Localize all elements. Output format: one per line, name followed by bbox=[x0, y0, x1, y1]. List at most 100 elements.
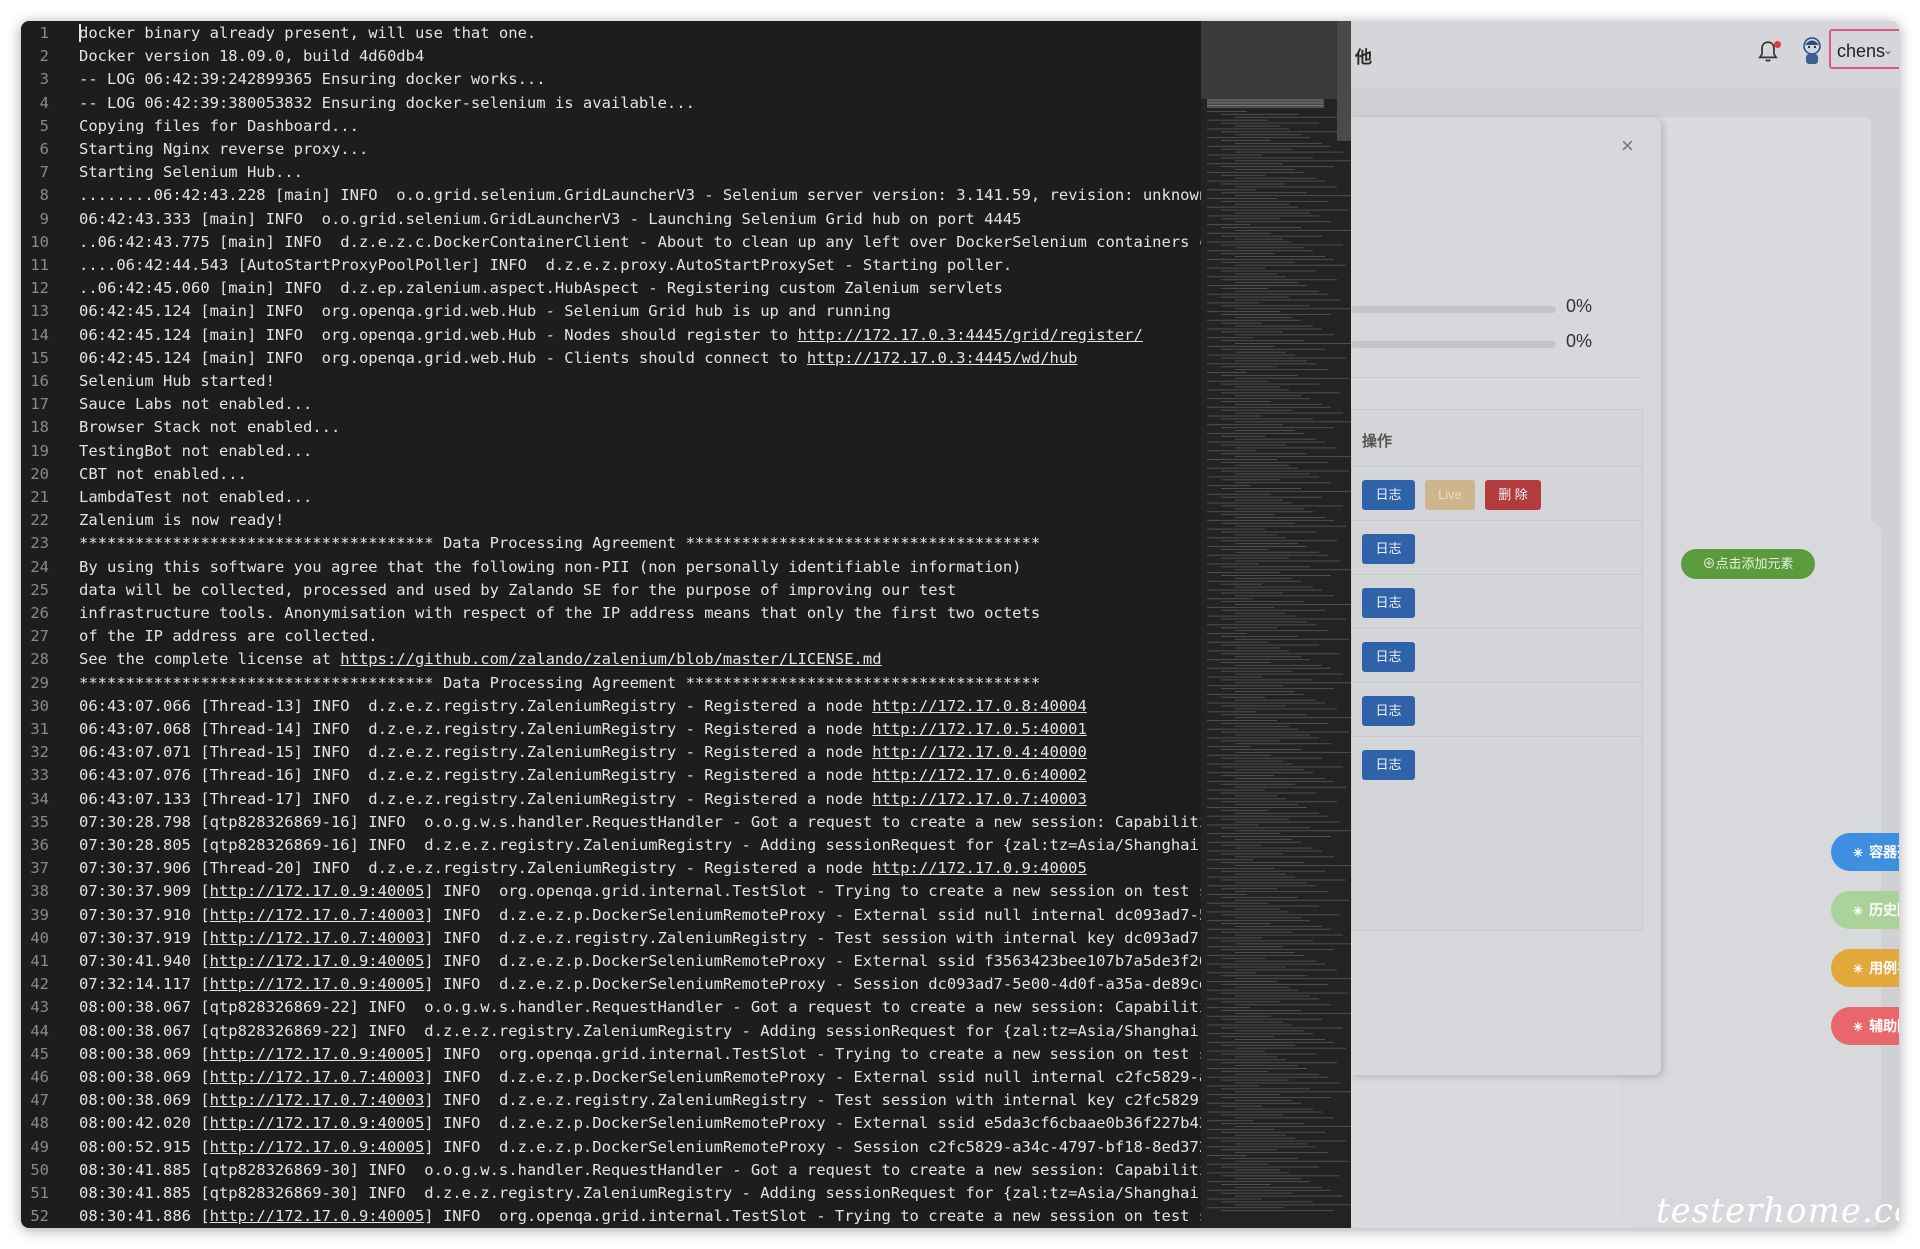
minimap-viewport[interactable] bbox=[1201, 21, 1351, 99]
minimap[interactable] bbox=[1201, 21, 1351, 1228]
log-text-segment: 06:43:07.133 [Thread-17] INFO d.z.e.z.re… bbox=[79, 789, 873, 808]
log-link[interactable]: http://172.17.0.8:40004 bbox=[872, 697, 1087, 715]
log-link[interactable]: http://172.17.0.9:40005 bbox=[210, 882, 425, 900]
log-button[interactable]: 日志 bbox=[1362, 588, 1415, 618]
minimap-line bbox=[1221, 792, 1316, 794]
minimap-line bbox=[1207, 106, 1324, 108]
minimap-line bbox=[1235, 343, 1351, 344]
log-link[interactable]: https://github.com/zalando/zalenium/blob… bbox=[340, 650, 881, 668]
log-line: 31 06:43:07.068 [Thread-14] INFO d.z.e.z.… bbox=[21, 718, 1087, 741]
minimap-line bbox=[1221, 305, 1310, 307]
close-icon[interactable]: × bbox=[1621, 133, 1634, 159]
log-link[interactable]: http://172.17.0.9:40005 bbox=[872, 859, 1087, 877]
log-text-segment: 07:30:37.919 [ bbox=[79, 928, 210, 947]
minimap-line bbox=[1221, 1149, 1277, 1151]
side-pill-containers[interactable]: ✳ 容器列 bbox=[1831, 833, 1899, 871]
log-text-segment: 08:00:38.069 [ bbox=[79, 1068, 210, 1086]
log-link[interactable]: http://172.17.0.4:40000 bbox=[872, 743, 1087, 761]
log-link[interactable]: http://172.17.0.7:40003 bbox=[210, 929, 425, 947]
log-line: 37 07:30:37.906 [Thread-20] INFO d.z.e.z.… bbox=[21, 857, 1087, 880]
log-line: 41 07:30:41.940 [http://172.17.0.9:40005]… bbox=[21, 950, 1201, 973]
line-text: 08:00:38.067 [qtp828326869-22] INFO o.o.… bbox=[79, 998, 1201, 1016]
line-text: 07:30:41.940 [http://172.17.0.9:40005] I… bbox=[79, 952, 1201, 970]
log-link[interactable]: http://172.17.0.7:40003 bbox=[210, 1091, 425, 1109]
log-link[interactable]: http://172.17.0.3:4445/grid/register/ bbox=[798, 326, 1143, 344]
minimap-line bbox=[1207, 154, 1262, 156]
log-button[interactable]: 日志 bbox=[1362, 534, 1415, 564]
log-text-segment: ] INFO d.z.e.z.p.DockerSeleniumRemotePro… bbox=[424, 905, 1201, 924]
minimap-line bbox=[1235, 1152, 1328, 1154]
log-button[interactable]: 日志 bbox=[1362, 642, 1415, 672]
minimap-line bbox=[1207, 319, 1301, 321]
minimap-line bbox=[1235, 195, 1351, 197]
delete-button[interactable]: 删 除 bbox=[1485, 480, 1541, 510]
side-pill-case-import[interactable]: ✳ 用例导 bbox=[1831, 949, 1899, 987]
minimap-line bbox=[1235, 1056, 1277, 1058]
log-link[interactable]: http://172.17.0.5:40001 bbox=[872, 720, 1087, 738]
live-button[interactable]: Live bbox=[1425, 480, 1475, 510]
log-link[interactable]: http://172.17.0.9:40005 bbox=[210, 1207, 425, 1225]
log-text-segment: 06:43:07.076 [Thread-16] INFO d.z.e.z.re… bbox=[79, 766, 873, 785]
minimap-line bbox=[1221, 192, 1307, 194]
log-text-segment: -- LOG 06:42:39:242899365 Ensuring docke… bbox=[79, 70, 546, 89]
line-text: 06:43:07.071 [Thread-15] INFO d.z.e.z.re… bbox=[79, 743, 1087, 761]
minimap-line bbox=[1221, 583, 1262, 585]
line-text: 07:32:14.117 [http://172.17.0.9:40005] I… bbox=[79, 975, 1201, 993]
minimap-line bbox=[1221, 427, 1334, 429]
minimap-line bbox=[1221, 1140, 1346, 1142]
minimap-line bbox=[1221, 592, 1283, 594]
log-button[interactable]: 日志 bbox=[1362, 750, 1415, 780]
log-link[interactable]: http://172.17.0.9:40005 bbox=[210, 1114, 425, 1132]
log-text-segment: 08:00:38.067 [qtp828326869-22] INFO d.z.… bbox=[79, 1021, 1201, 1040]
scrollbar[interactable] bbox=[1337, 21, 1351, 141]
log-link[interactable]: http://172.17.0.9:40005 bbox=[210, 975, 425, 993]
minimap-line bbox=[1207, 380, 1268, 382]
minimap-line bbox=[1207, 1198, 1262, 1200]
log-link[interactable]: http://172.17.0.3:4445/wd/hub bbox=[807, 349, 1078, 367]
side-pill-assist[interactable]: ✳ 辅助回 bbox=[1831, 1007, 1899, 1045]
minimap-line bbox=[1207, 441, 1325, 443]
line-number: 18 bbox=[30, 418, 49, 437]
log-button[interactable]: 日志 bbox=[1362, 696, 1415, 726]
log-link[interactable]: http://172.17.0.9:40005 bbox=[210, 952, 425, 970]
log-line: 44 08:00:38.067 [qtp828326869-22] INFO d.… bbox=[21, 1020, 1201, 1043]
minimap-line bbox=[1207, 502, 1292, 504]
line-text: 06:43:07.068 [Thread-14] INFO d.z.e.z.re… bbox=[79, 720, 1087, 738]
desktop-window: 他 chens ⌄ ⊕点击添加元素 × 0% 0% 操作 日志 Live 删 除… bbox=[21, 21, 1899, 1228]
line-number: 30 bbox=[30, 696, 49, 715]
minimap-line bbox=[1207, 780, 1334, 782]
log-button[interactable]: 日志 bbox=[1362, 480, 1415, 510]
log-link[interactable]: http://172.17.0.9:40005 bbox=[210, 1045, 425, 1063]
minimap-line bbox=[1235, 551, 1319, 553]
line-number: 7 bbox=[39, 163, 49, 182]
add-element-button[interactable]: ⊕点击添加元素 bbox=[1681, 549, 1815, 579]
nav-item-other[interactable]: 他 bbox=[1355, 43, 1372, 68]
avatar-icon[interactable] bbox=[1796, 35, 1828, 67]
minimap-line bbox=[1207, 100, 1324, 102]
minimap-line bbox=[1221, 827, 1310, 829]
log-link[interactable]: http://172.17.0.7:40003 bbox=[210, 1068, 425, 1086]
line-number: 21 bbox=[30, 488, 49, 506]
line-number: 46 bbox=[30, 1068, 49, 1086]
terminal-editor[interactable]: 1 docker binary already present, will use… bbox=[21, 21, 1351, 1228]
log-link[interactable]: http://172.17.0.6:40002 bbox=[872, 766, 1087, 784]
log-link[interactable]: http://172.17.0.7:40003 bbox=[210, 906, 425, 924]
log-link[interactable]: http://172.17.0.7:40003 bbox=[872, 790, 1087, 808]
table-row: 日志 bbox=[1352, 628, 1642, 683]
minimap-line bbox=[1221, 670, 1292, 672]
minimap-line bbox=[1207, 267, 1265, 269]
log-text-segment: Selenium Hub started! bbox=[79, 372, 275, 390]
line-text: Starting Selenium Hub... bbox=[79, 163, 303, 181]
log-text-segment: CBT not enabled... bbox=[79, 464, 247, 483]
log-line: 15 06:42:45.124 [main] INFO org.openqa.gr… bbox=[21, 347, 1078, 370]
table-row: 日志 bbox=[1352, 574, 1642, 629]
minimap-line bbox=[1221, 314, 1331, 315]
minimap-line bbox=[1207, 485, 1250, 487]
minimap-line bbox=[1235, 856, 1334, 858]
minimap-line bbox=[1235, 229, 1351, 231]
side-pill-history[interactable]: ✳ 历史回 bbox=[1831, 891, 1899, 929]
line-number: 52 bbox=[30, 1207, 49, 1226]
minimap-line bbox=[1235, 743, 1331, 745]
log-link[interactable]: http://172.17.0.9:40005 bbox=[210, 1138, 425, 1156]
minimap-line bbox=[1207, 232, 1271, 234]
